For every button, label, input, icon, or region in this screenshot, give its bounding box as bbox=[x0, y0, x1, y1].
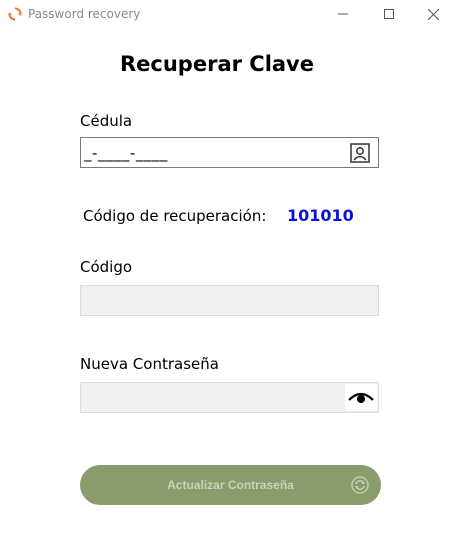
minimize-icon bbox=[338, 13, 348, 15]
cedula-masked-value: _-____-____ bbox=[84, 144, 168, 162]
app-refresh-icon bbox=[8, 7, 22, 21]
page-title: Recuperar Clave bbox=[120, 52, 314, 76]
maximize-button[interactable] bbox=[366, 0, 412, 28]
new-password-label: Nueva Contraseña bbox=[80, 355, 219, 373]
codigo-label: Código bbox=[80, 258, 133, 276]
close-button[interactable] bbox=[410, 0, 455, 28]
contact-card-icon[interactable] bbox=[350, 143, 370, 163]
eye-icon bbox=[348, 392, 374, 403]
refresh-icon bbox=[351, 476, 369, 494]
new-password-input[interactable] bbox=[80, 382, 379, 413]
minimize-button[interactable] bbox=[320, 0, 366, 28]
recovery-code-label: Código de recuperación: bbox=[83, 207, 267, 225]
codigo-input[interactable] bbox=[80, 285, 379, 316]
title-bar[interactable]: Password recovery bbox=[0, 0, 455, 28]
maximize-icon bbox=[384, 9, 394, 19]
update-password-button[interactable]: Actualizar Contraseña bbox=[80, 465, 381, 505]
cedula-label: Cédula bbox=[80, 112, 133, 130]
window-title: Password recovery bbox=[28, 7, 141, 21]
close-icon bbox=[427, 8, 439, 20]
update-password-label: Actualizar Contraseña bbox=[167, 478, 294, 492]
recovery-code-value: 101010 bbox=[287, 206, 354, 225]
show-password-button[interactable] bbox=[345, 384, 377, 411]
password-recovery-window: Password recovery Recuperar Clave Cédula… bbox=[0, 0, 455, 549]
cedula-input[interactable]: _-____-____ bbox=[80, 137, 379, 168]
